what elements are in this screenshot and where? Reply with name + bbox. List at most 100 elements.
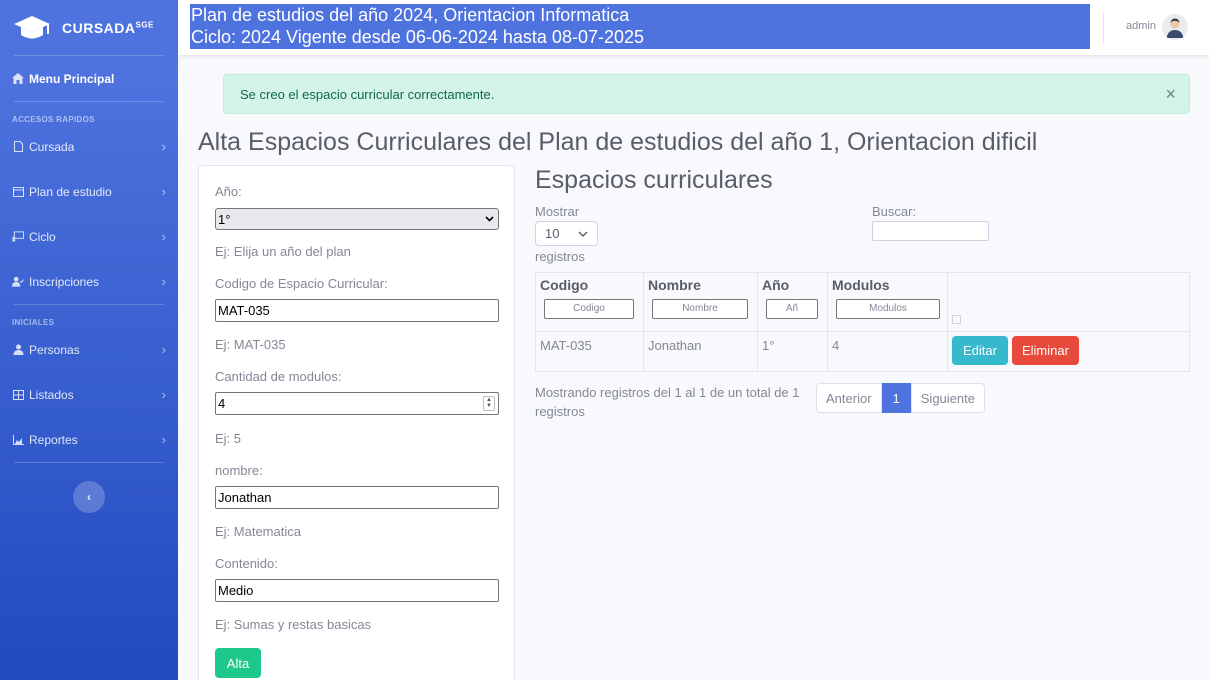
sidebar-item-label: Inscripciones [29, 274, 100, 289]
sidebar-item-listados[interactable]: Listados › [0, 372, 178, 417]
cell-nombre: Jonathan [643, 331, 758, 372]
sidebar-item-ciclo[interactable]: Ciclo › [0, 214, 178, 259]
filter-nombre-input[interactable]: Nombre [652, 299, 748, 319]
table-row: MAT-035 Jonathan 1° 4 Editar Eliminar [535, 331, 1190, 372]
alert-message: Se creo el espacio curricular correctame… [240, 87, 495, 102]
file-icon [12, 141, 24, 153]
contenido-label: Contenido: [215, 556, 278, 571]
list-title: Espacios curriculares [535, 166, 773, 194]
codigo-input[interactable]: MAT-035 [215, 299, 499, 322]
column-header-actions [947, 272, 1190, 332]
sidebar-item-reportes[interactable]: Reportes › [0, 417, 178, 462]
column-header-nombre[interactable]: Nombre Nombre [643, 272, 758, 332]
sidebar-item-label: Menu Principal [29, 71, 115, 86]
page-button-current[interactable]: 1 [881, 383, 911, 413]
chevron-right-icon: › [161, 229, 166, 244]
sidebar-item-label: Cursada [29, 139, 75, 154]
prev-page-button[interactable]: Anterior [816, 383, 882, 413]
contenido-help: Ej: Sumas y restas basicas [215, 617, 372, 632]
chart-area-icon [12, 434, 24, 446]
sidebar: CURSADASGE Menu Principal ACCESOS RAPIDO… [0, 0, 178, 680]
alta-button[interactable]: Alta [215, 648, 261, 678]
user-name[interactable]: admin [1126, 20, 1156, 32]
sidebar-item-plan-de-estudio[interactable]: Plan de estudio › [0, 169, 178, 214]
select-checkbox[interactable] [952, 315, 961, 324]
chevron-right-icon: › [161, 274, 166, 289]
sidebar-item-menu-principal[interactable]: Menu Principal [0, 56, 178, 101]
registros-label: registros [535, 249, 585, 264]
table-header-row: Codigo Codigo Nombre Nombre Año Añ Modul… [535, 272, 1190, 332]
sidebar-item-personas[interactable]: Personas › [0, 327, 178, 372]
sidebar-heading-quick: ACCESOS RAPIDOS [12, 115, 95, 124]
graduation-cap-icon [14, 15, 50, 38]
close-icon[interactable]: × [1165, 85, 1176, 103]
plan-info: Plan de estudios del año 2024, Orientaci… [190, 4, 1090, 49]
contenido-input[interactable]: Medio [215, 579, 499, 602]
filter-modulos-input[interactable]: Modulos [836, 299, 940, 319]
chevron-right-icon: › [161, 184, 166, 199]
codigo-label: Codigo de Espacio Curricular: [215, 276, 388, 291]
chevron-right-icon: › [161, 432, 166, 447]
column-header-anio[interactable]: Año Añ [757, 272, 828, 332]
sidebar-item-cursada[interactable]: Cursada › [0, 124, 178, 169]
plan-title: Plan de estudios del año 2024, Orientaci… [191, 5, 630, 25]
home-icon [12, 73, 24, 85]
chevron-right-icon: › [161, 387, 166, 402]
topbar: Plan de estudios del año 2024, Orientaci… [178, 0, 1209, 55]
cycle-info: Ciclo: 2024 Vigente desde 06-06-2024 has… [191, 27, 645, 47]
number-spinner[interactable]: ▲ ▼ [483, 396, 495, 411]
pagination: Anterior 1 Siguiente [816, 383, 985, 413]
sidebar-item-label: Ciclo [29, 229, 56, 244]
page-size-value: 10 [545, 226, 560, 241]
column-header-modulos[interactable]: Modulos Modulos [827, 272, 948, 332]
column-label: Nombre [648, 277, 701, 293]
anio-selected-value: 1° [218, 211, 231, 227]
sidebar-heading-initial: INICIALES [12, 318, 55, 327]
modulos-help: Ej: 5 [215, 431, 242, 446]
table-icon [12, 389, 24, 401]
codigo-help: Ej: MAT-035 [215, 337, 286, 352]
sidebar-item-label: Reportes [29, 432, 78, 447]
anio-help: Ej: Elija un año del plan [215, 244, 351, 259]
nombre-label: nombre: [215, 463, 263, 478]
brand-name: CURSADASGE [62, 19, 154, 36]
page-title: Alta Espacios Curriculares del Plan de e… [198, 128, 1038, 156]
cell-modulos: 4 [827, 331, 948, 372]
cell-anio: 1° [757, 331, 828, 372]
filter-codigo-input[interactable]: Codigo [544, 299, 634, 319]
filter-anio-input[interactable]: Añ [766, 299, 818, 319]
sidebar-item-inscripciones[interactable]: Inscripciones › [0, 259, 178, 304]
chalkboard-icon [12, 231, 24, 243]
chevron-right-icon: › [161, 342, 166, 357]
next-page-button[interactable]: Siguiente [910, 383, 985, 413]
table-info: Mostrando registros del 1 al 1 de un tot… [535, 385, 800, 419]
form-card: Año: 1° Ej: Elija un año del plan Codigo… [198, 165, 515, 680]
page-size-select[interactable]: 10 [535, 221, 598, 246]
user-avatar-icon [1162, 14, 1188, 40]
sidebar-toggle-button[interactable]: ‹ [73, 481, 105, 513]
chevron-left-icon: ‹ [87, 490, 91, 504]
success-alert: Se creo el espacio curricular correctame… [223, 74, 1190, 114]
modulos-value: 4 [218, 396, 226, 411]
column-label: Modulos [832, 277, 890, 293]
sidebar-item-label: Plan de estudio [29, 184, 112, 199]
espacios-table: Codigo Codigo Nombre Nombre Año Añ Modul… [535, 272, 1190, 372]
anio-select[interactable]: 1° [215, 208, 499, 230]
column-label: Codigo [540, 277, 589, 293]
buscar-label: Buscar: [872, 204, 917, 219]
nombre-input[interactable]: Jonathan [215, 486, 499, 509]
search-input[interactable] [872, 221, 989, 241]
modulos-input[interactable]: 4 ▲ ▼ [215, 392, 499, 415]
delete-button[interactable]: Eliminar [1011, 336, 1079, 365]
user-check-icon [12, 276, 24, 288]
anio-label: Año: [215, 184, 242, 199]
mostrar-label: Mostrar [535, 204, 580, 219]
column-header-codigo[interactable]: Codigo Codigo [535, 272, 644, 332]
user-tie-icon [12, 344, 24, 356]
nombre-help: Ej: Matematica [215, 524, 301, 539]
edit-button[interactable]: Editar [952, 336, 1008, 365]
avatar[interactable] [1162, 14, 1188, 40]
column-label: Año [762, 277, 790, 293]
topbar-divider [1103, 12, 1104, 43]
brand[interactable]: CURSADASGE [0, 0, 178, 55]
